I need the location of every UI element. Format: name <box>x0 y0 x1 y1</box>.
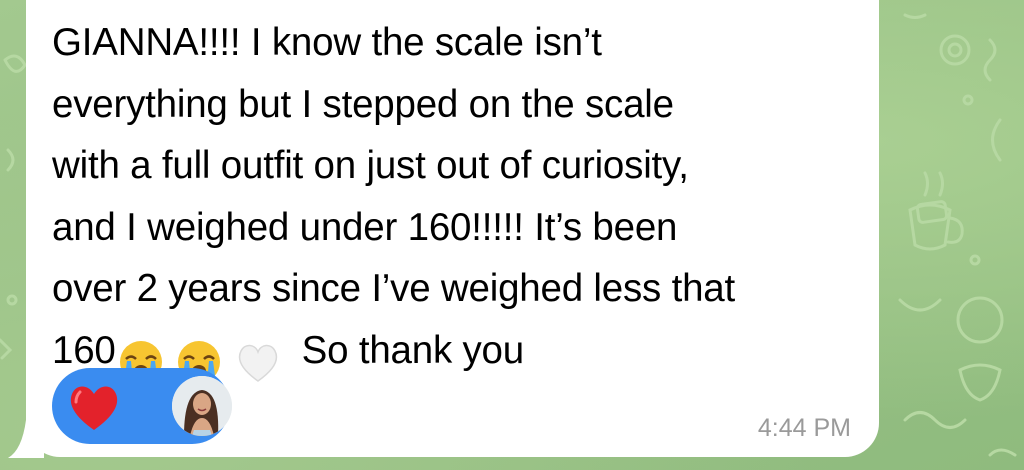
message-bubble[interactable]: GIANNA!!!! I know the scale isn’t everyt… <box>26 0 879 457</box>
message-text: GIANNA!!!! I know the scale isn’t everyt… <box>52 12 852 391</box>
avatar[interactable] <box>172 376 232 436</box>
message-text-fragment: 160 <box>52 328 116 372</box>
reaction-pill[interactable] <box>52 368 232 444</box>
message-text-fragment: So thank you <box>301 328 525 372</box>
message-timestamp: 4:44 PM <box>757 414 851 442</box>
message-line: GIANNA!!!! I know the scale isn’t <box>52 21 602 64</box>
message-line: everything but I stepped on the scale <box>52 82 674 126</box>
white-heart-emoji <box>238 345 277 383</box>
message-line: with a full outfit on just out of curios… <box>52 144 689 187</box>
red-heart-icon <box>70 386 118 430</box>
message-line: and I weighed under 160!!!!! It’s been <box>52 205 678 249</box>
message-line: over 2 years since I’ve weighed less tha… <box>52 267 736 310</box>
avatar-image <box>172 376 232 436</box>
